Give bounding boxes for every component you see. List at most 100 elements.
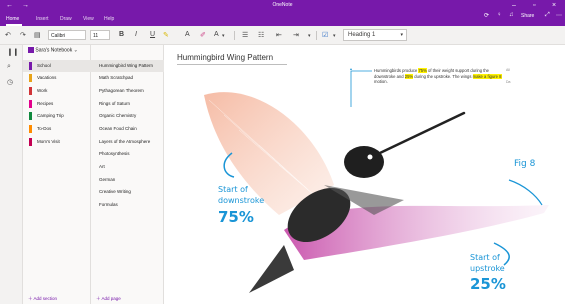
note-part: motion. <box>374 79 388 85</box>
underline-button[interactable]: U <box>150 31 155 38</box>
section-camping-trip[interactable]: Camping Trip <box>23 110 91 122</box>
ink-start-downstroke-2: downstroke <box>218 196 265 205</box>
page-item[interactable]: Ocean Food Chain <box>91 123 164 135</box>
section-label: Recipes <box>37 101 54 106</box>
section-label: Work <box>37 88 48 93</box>
title-bar: ← → OneNote – ▫ × <box>0 0 565 11</box>
section-color <box>29 74 32 82</box>
page-item[interactable]: Hummingbird Wing Pattern <box>91 60 164 72</box>
arrow-head-icon <box>350 68 352 70</box>
sync-icon[interactable]: ⟳ <box>484 12 489 19</box>
page-item[interactable]: Math Scratchpad <box>91 72 164 84</box>
nav-rail: ❙❙ ⌕ ◷ <box>0 45 23 304</box>
ink-start-upstroke-2: upstroke <box>470 264 505 273</box>
section-recipes[interactable]: Recipes <box>23 98 91 110</box>
ink-75-percent: 75% <box>218 208 254 226</box>
section-to-dos[interactable]: To-Dos <box>23 123 91 135</box>
divider <box>316 31 317 40</box>
bold-button[interactable]: B <box>119 31 124 38</box>
page-item[interactable]: Pythagorean Theorem <box>91 85 164 97</box>
highlighter-icon[interactable]: ✎ <box>163 31 169 39</box>
lightbulb-icon[interactable]: ♀ <box>497 12 502 18</box>
redo-icon[interactable]: ↷ <box>20 31 26 39</box>
style-select[interactable]: Heading 1 ▾ <box>343 29 407 41</box>
section-vacations[interactable]: Vacations <box>23 72 91 84</box>
section-school[interactable]: School <box>23 60 91 72</box>
minimize-button[interactable]: – <box>512 1 516 10</box>
font-size-select[interactable]: 11 <box>90 30 110 40</box>
divider <box>234 31 235 40</box>
eraser-icon[interactable]: ✐ <box>200 31 206 39</box>
tab-draw[interactable]: Draw <box>60 16 72 22</box>
page-label: Rings of Saturn <box>99 101 131 106</box>
clipboard-icon[interactable]: ▤ <box>34 31 41 39</box>
tab-help[interactable]: Help <box>104 16 114 22</box>
italic-button[interactable]: I <box>135 31 137 38</box>
ribbon: ↶ ↷ ▤ Calibri 11 B I U ✎ A ✐ A ▾ ☰ ☷ ⇤ ⇥… <box>0 26 565 45</box>
page-item[interactable]: Art <box>91 161 164 173</box>
section-moms-visit[interactable]: Mom's Visit <box>23 136 91 148</box>
window-title: OneNote <box>272 2 293 8</box>
note-text[interactable]: Hummingbirds produce 75% of their weight… <box>374 68 504 85</box>
tab-home[interactable]: Home <box>6 16 19 22</box>
section-label: Vacations <box>37 75 57 80</box>
page-item[interactable]: Photosynthesis <box>91 148 164 160</box>
notebooks-icon[interactable]: ❙❙ <box>7 48 19 56</box>
add-page-button[interactable]: ＋ Add page <box>96 296 121 302</box>
ink-arrow <box>508 179 543 206</box>
page-item[interactable]: Creative Writing <box>91 186 164 198</box>
section-label: To-Dos <box>37 126 52 131</box>
recent-clock-icon[interactable]: ◷ <box>7 78 13 86</box>
more-icon[interactable]: ⋯ <box>556 12 562 19</box>
section-label: Mom's Visit <box>37 139 60 144</box>
text-effects-icon[interactable]: A <box>214 31 219 38</box>
maximize-button[interactable]: ▫ <box>533 1 535 10</box>
tab-view[interactable]: View <box>83 16 94 22</box>
highlighted-text: make a figure 8 <box>472 73 502 79</box>
section-color <box>29 87 32 95</box>
bell-icon[interactable]: ♫ <box>509 12 514 18</box>
page-item[interactable]: Formulas <box>91 199 164 211</box>
note-part: Hummingbirds produce <box>374 68 419 73</box>
page-item[interactable]: German <box>91 174 164 186</box>
page-label: Organic Chemistry <box>99 113 137 118</box>
page-label: Formulas <box>99 202 118 207</box>
ink-25-percent: 25% <box>470 275 506 293</box>
title-divider <box>177 64 287 65</box>
increase-indent-icon[interactable]: ⇥ <box>293 31 299 39</box>
checkbox-tag-icon[interactable]: ☑ <box>322 31 328 39</box>
numbering-icon[interactable]: ☷ <box>258 31 264 39</box>
section-color <box>29 125 32 133</box>
section-work[interactable]: Work <box>23 85 91 97</box>
undo-icon[interactable]: ↶ <box>5 31 11 39</box>
expand-icon[interactable]: ⤢ <box>545 12 550 19</box>
decrease-indent-icon[interactable]: ⇤ <box>276 31 282 39</box>
chevron-down-icon[interactable]: ▾ <box>308 33 311 39</box>
side-note-label: All <box>506 68 510 72</box>
font-family-select[interactable]: Calibri <box>48 30 86 40</box>
page-title[interactable]: Hummingbird Wing Pattern <box>177 53 273 62</box>
page-item[interactable]: Organic Chemistry <box>91 110 164 122</box>
page-item[interactable]: Rings of Saturn <box>91 98 164 110</box>
search-icon[interactable]: ⌕ <box>7 63 11 71</box>
bullets-icon[interactable]: ☰ <box>242 31 248 39</box>
notebook-selector[interactable]: Sara's Notebook ⌄ <box>28 47 78 53</box>
chevron-down-icon[interactable]: ▾ <box>222 33 225 39</box>
page-item[interactable]: Layers of the Atmosphere <box>91 136 164 148</box>
section-color <box>29 62 32 70</box>
section-label: School <box>37 63 51 68</box>
share-button[interactable]: Share <box>521 13 534 19</box>
chevron-down-icon[interactable]: ▾ <box>333 33 336 39</box>
font-color-icon[interactable]: A <box>185 31 190 38</box>
close-button[interactable]: × <box>552 1 556 10</box>
section-color <box>29 112 32 120</box>
notebook-icon <box>28 47 34 53</box>
note-part: during the upstroke. The wings <box>413 73 473 79</box>
chevron-down-icon: ▾ <box>400 32 403 38</box>
page-label: Math Scratchpad <box>99 75 134 80</box>
tab-insert[interactable]: Insert <box>36 16 49 22</box>
page-label: Ocean Food Chain <box>99 126 137 131</box>
chevron-down-icon: ⌄ <box>73 47 78 54</box>
add-section-button[interactable]: ＋ Add section <box>28 296 57 302</box>
page-label: Hummingbird Wing Pattern <box>99 63 154 68</box>
